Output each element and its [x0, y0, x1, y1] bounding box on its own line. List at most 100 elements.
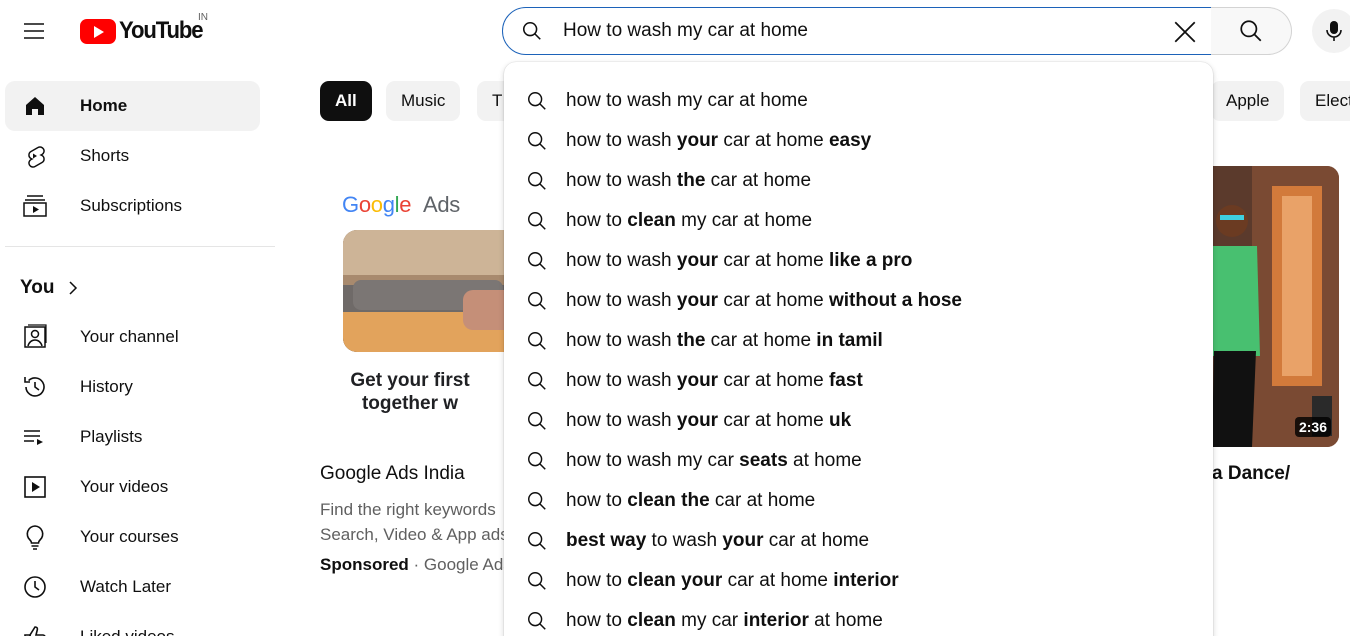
chip-all[interactable]: All [320, 81, 372, 121]
suggestion-part: car at home [705, 330, 817, 351]
suggestion-text: how to clean the car at home [566, 490, 815, 512]
you-section-header[interactable]: You [20, 275, 80, 301]
voice-search-button[interactable] [1312, 9, 1350, 53]
search-icon [526, 530, 548, 552]
search-icon [526, 210, 548, 232]
liked-videos-icon [22, 624, 48, 636]
logo-text: YouTube [119, 17, 204, 44]
suggestion-item[interactable]: how to clean my car interior at home [504, 601, 1213, 636]
playlists-icon [22, 424, 48, 450]
suggestion-part: car at home [709, 490, 816, 511]
video-thumbnail[interactable]: 2:36 [1212, 166, 1339, 447]
suggestion-item[interactable]: how to wash your car at home uk [504, 401, 1213, 441]
suggestion-bold-part: fast [828, 370, 863, 391]
suggestion-part: car at home [763, 530, 870, 551]
search-button[interactable] [1211, 7, 1292, 55]
suggestion-text: how to wash your car at home like a pro [566, 250, 912, 272]
ad-thumbnail[interactable]: Google Ads Get your first together w [320, 165, 505, 440]
sidebar-item-playlists[interactable]: Playlists [5, 412, 260, 462]
suggestion-bold-part: the [676, 170, 706, 191]
search-icon [526, 130, 548, 152]
sidebar-item-subscriptions[interactable]: Subscriptions [5, 181, 260, 231]
country-code: IN [198, 12, 208, 23]
suggestion-item[interactable]: how to wash your car at home easy [504, 121, 1213, 161]
search-icon [526, 170, 548, 192]
suggestion-part: car at home [718, 370, 829, 391]
suggestion-bold-part: easy [828, 130, 872, 151]
sidebar-divider [5, 246, 275, 247]
sidebar-item-label: Your videos [80, 477, 169, 496]
suggestion-item[interactable]: how to wash my car at home [504, 81, 1213, 121]
suggestion-bold-part: your [676, 250, 719, 271]
ad-headline-line2: together w [361, 393, 459, 414]
search-input[interactable] [563, 20, 1153, 42]
suggestion-bold-part: uk [828, 410, 852, 431]
search-icon [521, 20, 549, 42]
youtube-play-icon [80, 18, 116, 44]
suggestion-item[interactable]: how to wash your car at home fast [504, 361, 1213, 401]
suggestion-text: how to clean your car at home interior [566, 570, 899, 592]
suggestion-text: how to wash your car at home without a h… [566, 290, 962, 312]
chip-electronics[interactable]: Elect [1300, 81, 1350, 121]
suggestion-text: how to wash my car at home [566, 90, 808, 112]
sidebar-item-label: Subscriptions [80, 196, 183, 215]
search-icon [1240, 20, 1262, 42]
sidebar-item-your-courses[interactable]: Your courses [5, 512, 260, 562]
suggestion-part: how to [566, 490, 628, 511]
sidebar-item-label: Home [80, 96, 128, 115]
suggestion-bold-part: clean [627, 210, 676, 231]
your-courses-icon [22, 524, 48, 550]
clear-search-icon[interactable] [1167, 14, 1203, 50]
your-channel-icon [22, 324, 48, 350]
sidebar-item-label: Your channel [80, 327, 179, 346]
history-icon [22, 374, 48, 400]
suggestion-item[interactable]: best way to wash your car at home [504, 521, 1213, 561]
suggestion-item[interactable]: how to clean your car at home interior [504, 561, 1213, 601]
suggestion-text: best way to wash your car at home [566, 530, 869, 552]
ad-title[interactable]: Google Ads India [320, 463, 465, 485]
suggestion-part: car at home [722, 570, 834, 591]
suggestion-part: how to wash [566, 290, 677, 311]
ad-description: Find the right keywords Search, Video & … [320, 497, 505, 547]
menu-icon[interactable] [12, 10, 56, 52]
suggestion-part: car at home [718, 250, 829, 271]
suggestion-item[interactable]: how to clean my car at home [504, 201, 1213, 241]
search-icon [526, 370, 548, 392]
suggestion-item[interactable]: how to clean the car at home [504, 481, 1213, 521]
sidebar-item-label: Your courses [80, 527, 179, 546]
suggestion-bold-part: in tamil [816, 330, 883, 351]
search-icon [526, 410, 548, 432]
video-title[interactable]: a Dance/ [1212, 463, 1290, 485]
sidebar-item-watch-later[interactable]: Watch Later [5, 562, 260, 612]
search-box [502, 7, 1212, 55]
sidebar-item-liked-videos[interactable]: Liked videos [5, 612, 260, 636]
sidebar-item-shorts[interactable]: Shorts [5, 131, 260, 181]
chip-music[interactable]: Music [386, 81, 461, 121]
suggestion-part: how to wash [566, 130, 677, 151]
sidebar-item-home[interactable]: Home [5, 81, 260, 131]
suggestion-bold-part: the [676, 330, 706, 351]
suggestion-part: how to wash [566, 250, 677, 271]
suggestion-bold-part: your [676, 130, 719, 151]
home-icon [22, 93, 48, 119]
suggestion-part: how to [566, 210, 628, 231]
suggestion-item[interactable]: how to wash your car at home without a h… [504, 281, 1213, 321]
suggestion-item[interactable]: how to wash your car at home like a pro [504, 241, 1213, 281]
suggestion-part: car at home [718, 130, 829, 151]
microphone-icon [1326, 21, 1342, 41]
suggestion-bold-part: clean [627, 610, 676, 631]
suggestion-item[interactable]: how to wash my car seats at home [504, 441, 1213, 481]
sidebar-item-history[interactable]: History [5, 362, 260, 412]
chevron-right-icon [69, 281, 78, 295]
suggestion-part: how to wash [566, 330, 677, 351]
sidebar-item-your-videos[interactable]: Your videos [5, 462, 260, 512]
sidebar-item-your-channel[interactable]: Your channel [5, 312, 260, 362]
suggestion-part: how to wash [566, 170, 677, 191]
suggestion-item[interactable]: how to wash the car at home [504, 161, 1213, 201]
youtube-logo[interactable]: YouTube IN [80, 12, 210, 44]
chip-apple[interactable]: Apple [1211, 81, 1285, 121]
suggestion-bold-part: interior [743, 610, 809, 631]
suggestion-item[interactable]: how to wash the car at home in tamil [504, 321, 1213, 361]
sidebar: Home Shorts Subscriptions You Your chann… [0, 62, 280, 636]
ad-headline-line1: Get your first [350, 370, 470, 391]
